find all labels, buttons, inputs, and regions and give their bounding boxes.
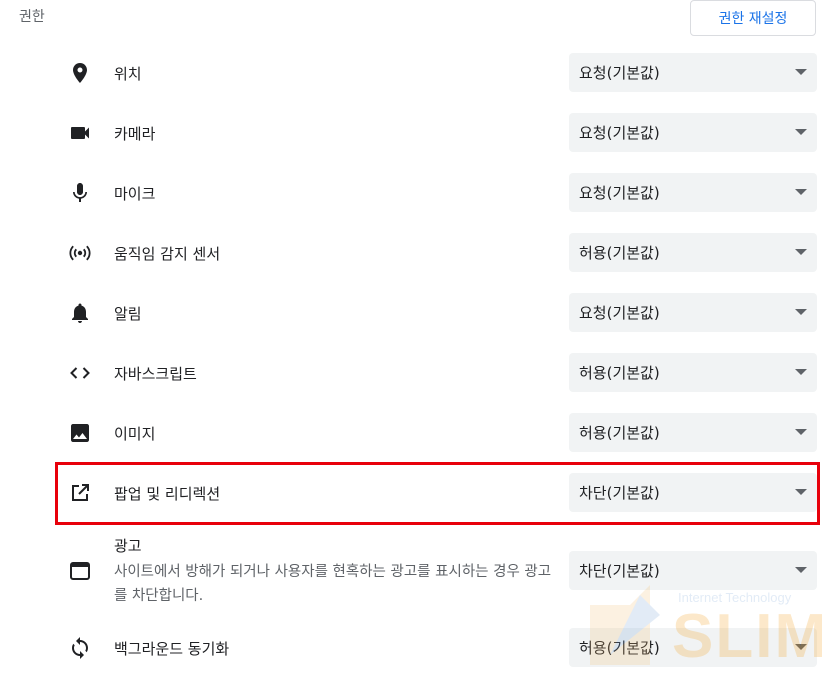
select-value: 허용(기본값) xyxy=(579,639,660,657)
code-icon xyxy=(68,361,92,385)
select-value: 허용(기본값) xyxy=(579,244,660,262)
background-sync-select[interactable]: 허용(기본값) xyxy=(569,628,817,667)
select-value: 요청(기본값) xyxy=(579,64,660,82)
select-value: 요청(기본값) xyxy=(579,184,660,202)
dropdown-arrow-icon xyxy=(795,644,807,650)
motion-sensors-select[interactable]: 허용(기본값) xyxy=(569,233,817,272)
camera-icon xyxy=(68,121,92,145)
permission-label: 위치 xyxy=(114,65,142,83)
camera-select[interactable]: 요청(기본값) xyxy=(569,113,817,152)
dropdown-arrow-icon xyxy=(795,309,807,315)
sync-icon xyxy=(68,636,92,660)
watermark-subtitle: Internet Technology xyxy=(678,590,792,605)
javascript-select[interactable]: 허용(기본값) xyxy=(569,353,817,392)
reset-permissions-button[interactable]: 권한 재설정 xyxy=(690,0,816,36)
location-select[interactable]: 요청(기본값) xyxy=(569,53,817,92)
bell-icon xyxy=(68,301,92,325)
dropdown-arrow-icon xyxy=(795,429,807,435)
select-value: 요청(기본값) xyxy=(579,124,660,142)
permission-label: 알림 xyxy=(114,305,142,323)
dropdown-arrow-icon xyxy=(795,249,807,255)
permission-label: 움직임 감지 센서 xyxy=(114,245,221,263)
dropdown-arrow-icon xyxy=(795,567,807,573)
permission-label: 카메라 xyxy=(114,125,156,143)
ads-description: 사이트에서 방해가 되거나 사용자를 현혹하는 광고를 표시하는 경우 광고를 … xyxy=(114,564,552,604)
image-icon xyxy=(68,421,92,445)
select-value: 차단(기본값) xyxy=(579,562,660,580)
dropdown-arrow-icon xyxy=(795,369,807,375)
dropdown-arrow-icon xyxy=(795,189,807,195)
ads-select[interactable]: 차단(기본값) xyxy=(569,551,817,590)
location-pin-icon xyxy=(68,61,92,85)
permission-label: 자바스크립트 xyxy=(114,365,197,383)
microphone-select[interactable]: 요청(기본값) xyxy=(569,173,817,212)
permission-label: 이미지 xyxy=(114,425,156,443)
select-value: 허용(기본값) xyxy=(579,364,660,382)
highlight-box xyxy=(55,462,820,525)
dropdown-arrow-icon xyxy=(795,129,807,135)
microphone-icon xyxy=(68,181,92,205)
motion-sensor-icon xyxy=(68,241,92,265)
notifications-select[interactable]: 요청(기본값) xyxy=(569,293,817,332)
ads-window-icon xyxy=(68,559,92,583)
permission-label: 마이크 xyxy=(114,185,156,203)
permission-label: 백그라운드 동기화 xyxy=(114,640,230,658)
site-settings-permissions: 권한 권한 재설정 위치 요청(기본값) 카메라 요청(기본값) 마이크 요청(… xyxy=(0,0,839,673)
select-value: 요청(기본값) xyxy=(579,304,660,322)
dropdown-arrow-icon xyxy=(795,69,807,75)
select-value: 허용(기본값) xyxy=(579,424,660,442)
section-title: 권한 xyxy=(19,9,45,25)
images-select[interactable]: 허용(기본값) xyxy=(569,413,817,452)
permission-label: 광고 xyxy=(114,537,142,555)
